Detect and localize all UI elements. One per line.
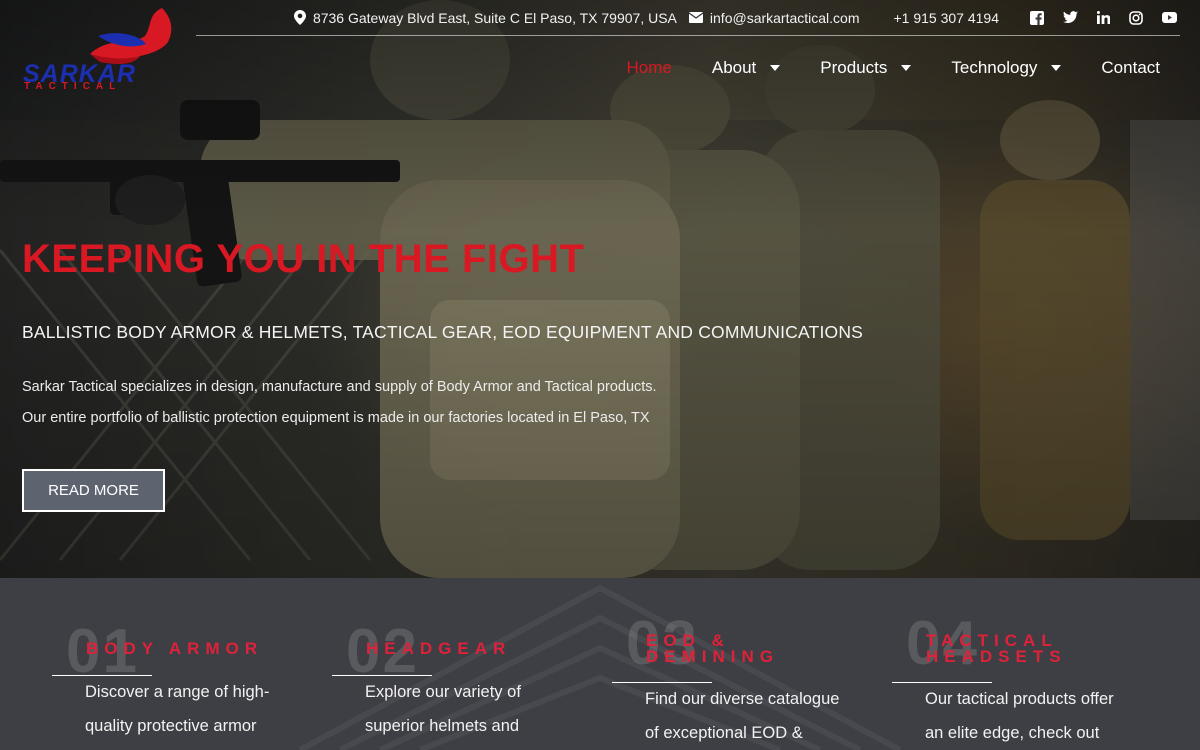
email-text: info@sarkartactical.com	[709, 9, 860, 26]
main-navigation: Home About Products Technology Contact	[587, 58, 1161, 78]
site-logo[interactable]: SARKAR TACTICAL	[20, 6, 180, 96]
category-title: BODY ARMOR	[86, 639, 264, 658]
product-categories-section: 01 BODY ARMOR Discover a range of high- …	[0, 578, 1200, 750]
contact-topbar: 8736 Gateway Blvd East, Suite C El Paso,…	[196, 0, 1180, 36]
instagram-icon[interactable]	[1125, 7, 1147, 29]
nav-home-label: Home	[626, 58, 672, 77]
chevron-down-icon	[1051, 65, 1062, 71]
category-title: HEADGEAR	[366, 639, 512, 658]
description-line: Discover a range of high-	[85, 683, 270, 701]
twitter-icon[interactable]	[1059, 7, 1081, 29]
hero-banner	[0, 0, 1200, 578]
youtube-icon[interactable]	[1158, 7, 1180, 29]
nav-home[interactable]: Home	[627, 58, 672, 78]
hero-paragraph-2: Our entire portfolio of ballistic protec…	[22, 410, 650, 426]
category-description: Explore our variety of superior helmets …	[365, 675, 565, 743]
nav-products[interactable]: Products	[820, 58, 912, 78]
nav-technology-label: Technology	[951, 58, 1038, 77]
phone-text: +1 915 307 4194	[893, 9, 1000, 26]
description-line: Explore our variety of	[365, 683, 521, 701]
address-text: 8736 Gateway Blvd East, Suite C El Paso,…	[312, 9, 677, 26]
phone-link[interactable]: +1 915 307 4194	[894, 10, 1000, 26]
hero-subheading: BALLISTIC BODY ARMOR & HELMETS, TACTICAL…	[22, 322, 864, 342]
description-line: Find our diverse catalogue	[645, 690, 840, 708]
description-line: Our tactical products offer	[925, 690, 1114, 708]
category-body-armor[interactable]: 01 BODY ARMOR Discover a range of high- …	[52, 578, 332, 750]
hero-paragraph-1: Sarkar Tactical specializes in design, m…	[22, 379, 657, 395]
category-description: Our tactical products offer an elite edg…	[925, 682, 1145, 750]
facebook-icon[interactable]	[1026, 7, 1048, 29]
chevron-down-icon	[901, 65, 912, 71]
category-title: TACTICAL HEADSETS	[926, 632, 1067, 666]
nav-technology[interactable]: Technology	[951, 58, 1062, 78]
category-title: EOD & DEMINING	[646, 632, 779, 666]
nav-about-label: About	[711, 58, 757, 77]
hero-headline: KEEPING YOU IN THE FIGHT	[22, 237, 585, 281]
category-headgear[interactable]: 02 HEADGEAR Explore our variety of super…	[332, 578, 612, 750]
nav-products-label: Products	[820, 58, 888, 77]
map-pin-icon	[293, 10, 306, 25]
email-link[interactable]: info@sarkartactical.com	[688, 9, 860, 26]
read-more-button[interactable]: READ MORE	[22, 469, 165, 512]
address-link[interactable]: 8736 Gateway Blvd East, Suite C El Paso,…	[293, 9, 677, 26]
category-title-line: DEMINING	[646, 647, 779, 666]
nav-contact[interactable]: Contact	[1101, 58, 1160, 78]
description-line: an elite edge, check out	[925, 724, 1100, 742]
envelope-icon	[688, 12, 703, 23]
category-eod-demining[interactable]: 03 EOD & DEMINING Find our diverse catal…	[612, 578, 892, 750]
category-title-line: HEADSETS	[926, 647, 1067, 666]
category-description: Discover a range of high- quality protec…	[85, 675, 285, 743]
description-line: superior helmets and	[365, 717, 520, 735]
category-description: Find our diverse catalogue of exceptiona…	[645, 682, 865, 750]
description-line: quality protective armor	[85, 717, 257, 735]
linkedin-icon[interactable]	[1092, 7, 1114, 29]
nav-about[interactable]: About	[711, 58, 781, 78]
description-line: of exceptional EOD &	[645, 724, 803, 742]
eagle-logo-icon	[90, 8, 172, 64]
category-tactical-headsets[interactable]: 04 TACTICAL HEADSETS Our tactical produc…	[892, 578, 1172, 750]
nav-contact-label: Contact	[1101, 58, 1160, 77]
logo-subtitle: TACTICAL	[24, 81, 122, 92]
chevron-down-icon	[770, 65, 781, 71]
